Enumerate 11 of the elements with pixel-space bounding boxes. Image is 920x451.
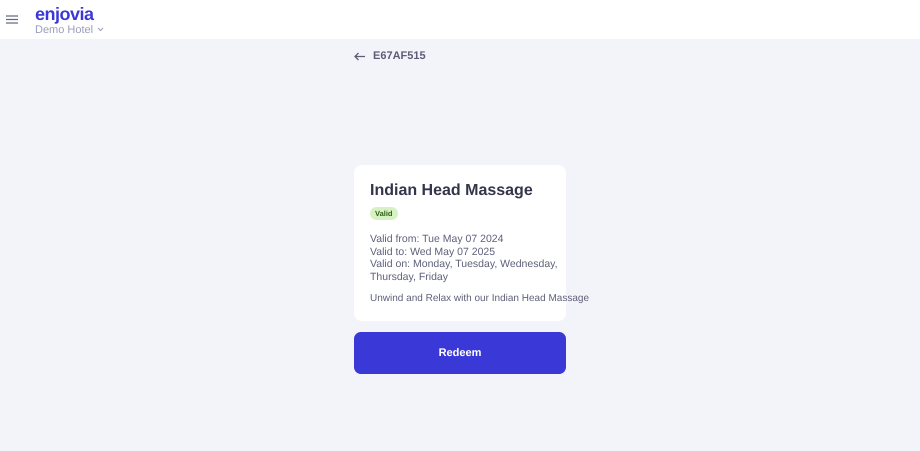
chevron-down-icon <box>97 27 104 32</box>
validity-text: Valid from: Tue May 07 2024 <box>370 233 504 246</box>
back-arrow-icon[interactable] <box>354 52 366 60</box>
logo: enjovia <box>35 4 96 24</box>
validity-text: Valid to: Wed May 07 2025 <box>370 246 496 258</box>
voucher-title: Indian Head Massage <box>370 182 534 200</box>
validity-text: Valid on: Monday, Tuesday, Wednesday, Thursday, Friday <box>370 258 559 284</box>
redeem-button[interactable]: Redeem <box>354 332 566 374</box>
menu-icon[interactable] <box>6 15 18 24</box>
voucher-description: Unwind and Relax with our Indian Head Massage <box>370 292 590 306</box>
voucher-code: E67AF515 <box>373 50 426 62</box>
